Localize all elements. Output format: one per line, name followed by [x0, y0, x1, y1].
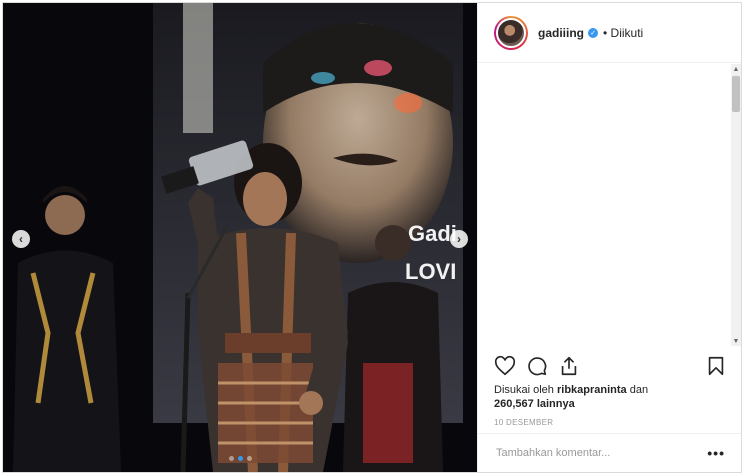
carousel-dot-active — [238, 456, 243, 461]
post-side-panel: gadiiing ✓ • Diikuti ▲ ▼ Disukai oleh ri… — [477, 3, 741, 472]
post-actions — [494, 353, 727, 379]
verified-badge-icon: ✓ — [588, 27, 598, 38]
follow-status[interactable]: • Diikuti — [603, 26, 643, 40]
bookmark-icon[interactable] — [705, 355, 727, 377]
post-date[interactable]: 10 DESEMBER — [494, 418, 553, 427]
instagram-post: Gadi LOVI ‹ › gadiiing ✓ • Diikuti ▲ ▼ D… — [2, 2, 742, 473]
avatar-image — [496, 17, 526, 48]
scrollbar-thumb[interactable] — [732, 76, 740, 112]
heart-icon[interactable] — [494, 355, 516, 377]
comments-list[interactable] — [478, 64, 734, 346]
carousel-prev-button[interactable]: ‹ — [12, 230, 30, 248]
likes-count-link[interactable]: 260,567 lainnya — [494, 398, 575, 410]
carousel-next-button[interactable]: › — [450, 230, 468, 248]
likes-summary: Disukai oleh ribkapraninta dan 260,567 l… — [494, 383, 731, 411]
post-photo[interactable]: Gadi LOVI ‹ › — [3, 3, 477, 472]
likes-prefix: Disukai oleh — [494, 384, 554, 396]
scroll-up-arrow-icon[interactable]: ▲ — [731, 64, 741, 74]
share-icon[interactable] — [558, 355, 580, 377]
comment-form: ••• — [478, 433, 741, 472]
likes-conjunction: dan — [629, 384, 649, 396]
scroll-down-arrow-icon[interactable]: ▼ — [731, 336, 741, 346]
username-link[interactable]: gadiiing — [538, 26, 584, 40]
chevron-left-icon: ‹ — [19, 232, 23, 246]
stage-photo-illustration: Gadi LOVI — [3, 3, 477, 472]
carousel-indicator — [229, 456, 252, 461]
comments-scrollbar[interactable]: ▲ ▼ — [731, 64, 741, 346]
screen-text-2: LOVI — [405, 259, 456, 284]
chevron-right-icon: › — [457, 232, 461, 246]
more-options-icon[interactable]: ••• — [707, 445, 725, 461]
carousel-dot — [247, 456, 252, 461]
liked-by-user-link[interactable]: ribkapraninta — [557, 384, 627, 396]
comment-icon[interactable] — [526, 355, 548, 377]
comment-input[interactable] — [494, 446, 708, 460]
post-header: gadiiing ✓ • Diikuti — [478, 3, 741, 63]
carousel-dot — [229, 456, 234, 461]
avatar[interactable] — [494, 15, 528, 50]
screen-text-1: Gadi — [408, 221, 457, 246]
